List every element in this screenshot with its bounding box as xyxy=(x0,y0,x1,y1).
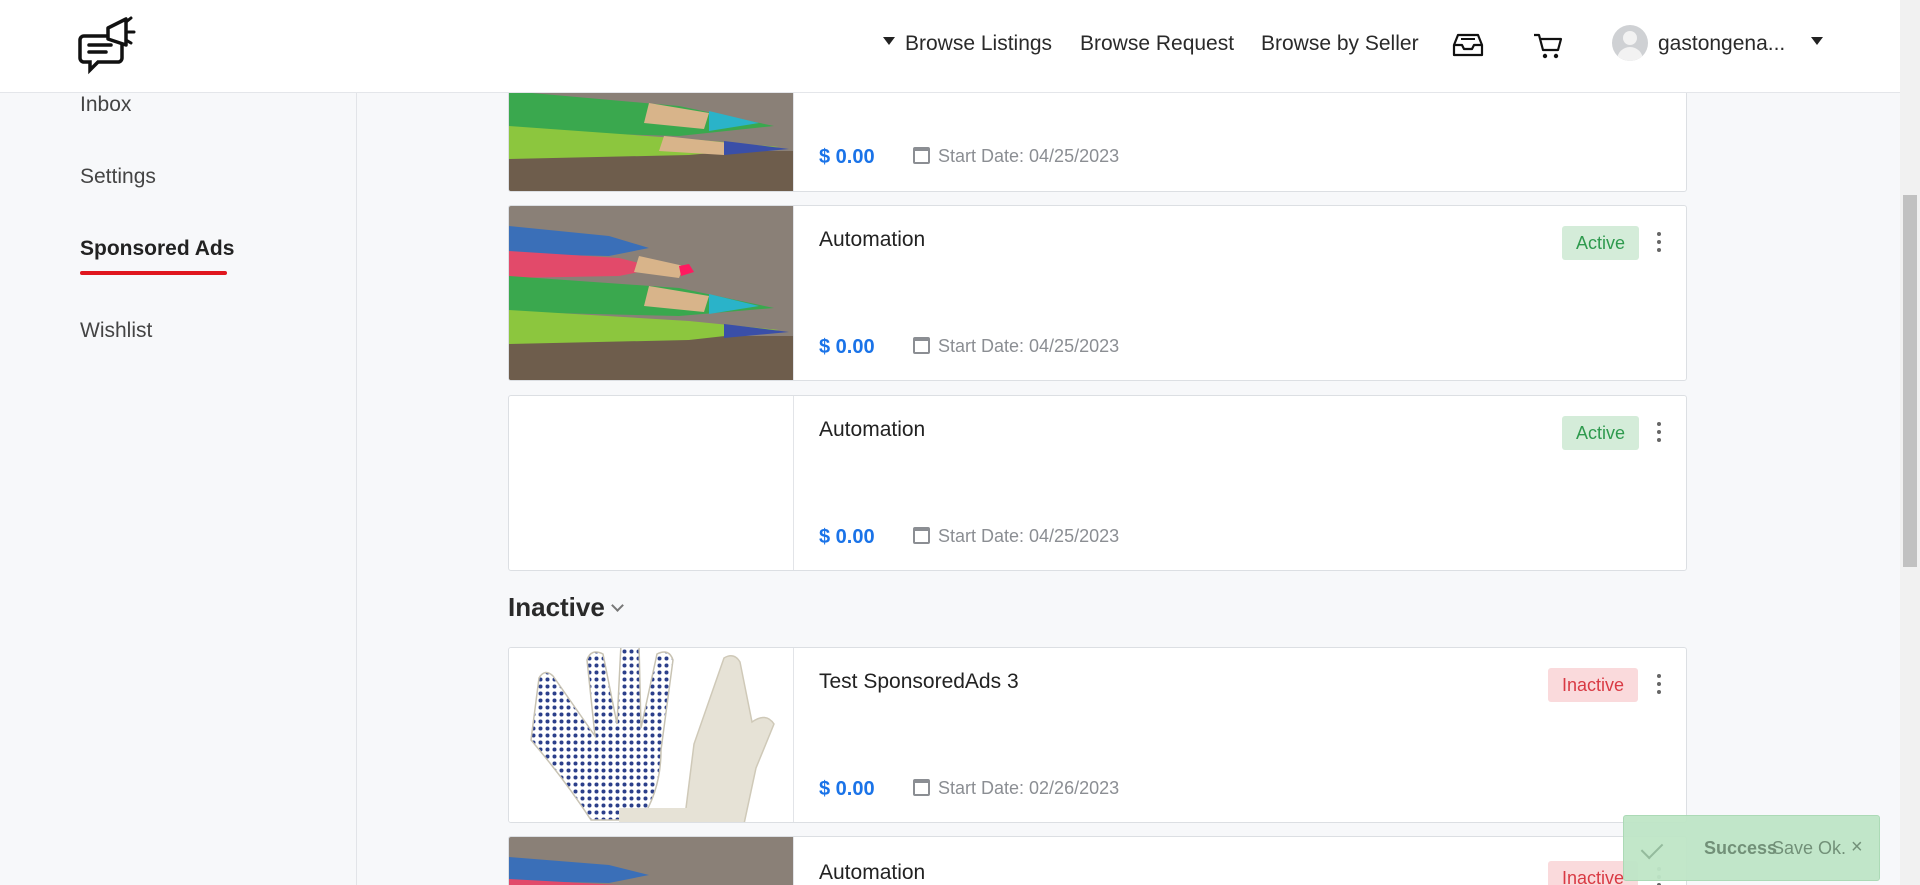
logo-icon[interactable] xyxy=(78,14,138,78)
ad-price: $ 0.00 xyxy=(819,336,875,358)
user-menu[interactable]: gastongena... xyxy=(1658,32,1824,56)
ad-price: $ 0.00 xyxy=(819,146,875,168)
sidebar: Inbox Settings Sponsored Ads Wishlist xyxy=(0,93,357,885)
ad-thumbnail xyxy=(509,837,794,885)
start-date-text: Start Date: 02/26/2023 xyxy=(938,778,1120,798)
username-label: gastongena... xyxy=(1658,32,1786,55)
avatar[interactable] xyxy=(1612,25,1648,61)
toast-title: Success xyxy=(1704,838,1778,858)
caret-down-icon xyxy=(1811,37,1824,46)
page-scrollbar[interactable] xyxy=(1900,0,1920,885)
chevron-down-icon xyxy=(610,599,624,612)
active-underline xyxy=(80,271,227,275)
ad-title[interactable]: Automation xyxy=(819,228,925,252)
kebab-menu-icon[interactable] xyxy=(1656,230,1662,254)
scrollbar-thumb[interactable] xyxy=(1903,195,1917,567)
inbox-tray-icon[interactable] xyxy=(1452,32,1484,58)
ad-start-date: Start Date: 04/25/2023 xyxy=(913,336,1119,357)
calendar-icon xyxy=(913,147,930,164)
start-date-text: Start Date: 04/25/2023 xyxy=(938,336,1120,356)
pencils-image xyxy=(509,837,793,885)
ad-start-date: Start Date: 04/25/2023 xyxy=(913,146,1119,167)
kebab-menu-icon[interactable] xyxy=(1656,672,1662,696)
sidebar-item-wishlist[interactable]: Wishlist xyxy=(80,319,152,343)
ad-title[interactable]: Test SponsoredAds 3 xyxy=(819,670,1019,694)
start-date-text: Start Date: 04/25/2023 xyxy=(938,146,1120,166)
ad-card[interactable]: Automation Inactive xyxy=(508,836,1687,885)
glove-image xyxy=(509,648,793,822)
top-header: Browse Listings Browse Request Browse by… xyxy=(0,0,1900,93)
sidebar-item-sponsored-ads[interactable]: Sponsored Ads xyxy=(80,237,234,261)
calendar-icon xyxy=(913,337,930,354)
toast-message: Save Ok. xyxy=(1772,838,1847,858)
status-badge: Inactive xyxy=(1548,668,1639,702)
ad-start-date: Start Date: 02/26/2023 xyxy=(913,778,1119,799)
pencils-image xyxy=(509,206,793,380)
browse-listings-dropdown[interactable]: Browse Listings xyxy=(883,32,1052,56)
status-badge: Active xyxy=(1562,416,1640,450)
status-badge: Active xyxy=(1562,226,1640,260)
ad-price: $ 0.00 xyxy=(819,526,875,548)
browse-by-seller-link[interactable]: Browse by Seller xyxy=(1261,32,1419,56)
ad-title[interactable]: Automation xyxy=(819,418,925,442)
browse-listings-label: Browse Listings xyxy=(905,32,1053,55)
browse-request-link[interactable]: Browse Request xyxy=(1080,32,1234,56)
section-title-text: Inactive xyxy=(508,592,605,622)
ad-start-date: Start Date: 04/25/2023 xyxy=(913,526,1119,547)
sidebar-item-settings[interactable]: Settings xyxy=(80,165,156,189)
sidebar-item-inbox[interactable]: Inbox xyxy=(80,93,131,117)
calendar-icon xyxy=(913,779,930,796)
ad-thumbnail xyxy=(509,206,794,380)
ad-card[interactable]: Automation Active $ 0.00 Start Date: 04/… xyxy=(508,395,1687,571)
check-icon xyxy=(1640,836,1664,860)
inactive-section-toggle[interactable]: Inactive xyxy=(508,592,624,623)
success-toast: Success Save Ok. × xyxy=(1623,815,1880,881)
cart-icon[interactable] xyxy=(1533,32,1563,60)
ad-thumbnail xyxy=(509,648,794,822)
ad-title[interactable]: Automation xyxy=(819,861,925,885)
ad-card[interactable]: Test SponsoredAds 3 Inactive $ 0.00 Star… xyxy=(508,647,1687,823)
close-icon[interactable]: × xyxy=(1851,836,1863,859)
ad-card[interactable]: Automation Active $ 0.00 Start Date: 04/… xyxy=(508,205,1687,381)
ad-price: $ 0.00 xyxy=(819,778,875,800)
ad-thumbnail xyxy=(509,396,794,570)
calendar-icon xyxy=(913,527,930,544)
caret-down-icon xyxy=(883,37,895,46)
kebab-menu-icon[interactable] xyxy=(1656,420,1662,444)
start-date-text: Start Date: 04/25/2023 xyxy=(938,526,1120,546)
